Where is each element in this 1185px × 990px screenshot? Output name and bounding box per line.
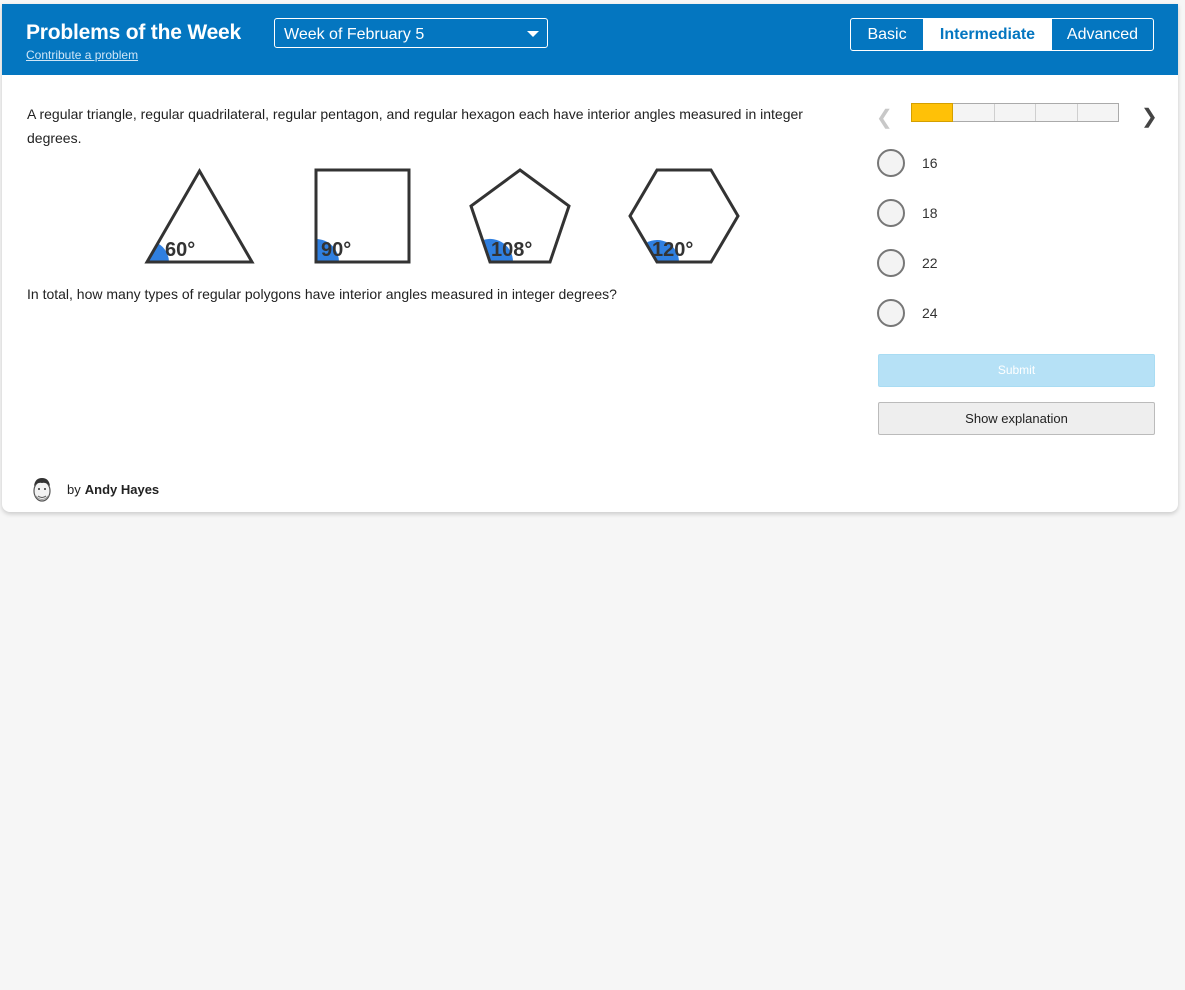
author-name[interactable]: Andy Hayes bbox=[85, 482, 159, 497]
problem-card: Problems of the Week Contribute a proble… bbox=[2, 4, 1178, 512]
problem-intro: A regular triangle, regular quadrilatera… bbox=[27, 106, 803, 146]
radio-button[interactable] bbox=[877, 299, 905, 327]
submit-button[interactable]: Submit bbox=[878, 354, 1155, 387]
by-label: by bbox=[67, 482, 81, 497]
progress-segment[interactable] bbox=[995, 104, 1037, 121]
tab-advanced[interactable]: Advanced bbox=[1051, 19, 1153, 50]
pentagon-angle-label: 108° bbox=[491, 239, 532, 261]
tab-basic[interactable]: Basic bbox=[851, 19, 924, 50]
triangle-angle-label: 60° bbox=[165, 239, 195, 261]
answer-choice-label: 24 bbox=[922, 305, 938, 321]
answer-choice[interactable]: 16 bbox=[877, 149, 1077, 177]
progress-segment[interactable] bbox=[953, 104, 995, 121]
radio-button[interactable] bbox=[877, 249, 905, 277]
progress-segment[interactable] bbox=[911, 103, 954, 122]
answer-choice-label: 18 bbox=[922, 205, 938, 221]
square-shape: 90° bbox=[314, 168, 411, 264]
avatar[interactable] bbox=[28, 474, 56, 506]
chevron-left-icon[interactable]: ❮ bbox=[876, 105, 893, 130]
week-selector-value: Week of February 5 bbox=[284, 26, 425, 43]
square-angle-label: 90° bbox=[321, 239, 351, 261]
level-tabs: Basic Intermediate Advanced bbox=[850, 18, 1154, 51]
hexagon-shape: 120° bbox=[628, 168, 740, 264]
progress-segment[interactable] bbox=[1078, 104, 1118, 121]
author-byline: by Andy Hayes bbox=[67, 482, 159, 497]
tab-intermediate[interactable]: Intermediate bbox=[924, 19, 1051, 50]
radio-button[interactable] bbox=[877, 149, 905, 177]
chevron-right-icon[interactable]: ❯ bbox=[1141, 104, 1158, 129]
progress-segment[interactable] bbox=[1036, 104, 1078, 121]
contribute-link[interactable]: Contribute a problem bbox=[26, 48, 138, 62]
header-bar: Problems of the Week Contribute a proble… bbox=[2, 4, 1178, 75]
page-title: Problems of the Week bbox=[26, 21, 242, 44]
week-selector[interactable]: Week of February 5 bbox=[274, 18, 548, 48]
polygons-figure: 60° 90° 108° 120° bbox=[142, 164, 742, 274]
answer-choice-label: 16 bbox=[922, 155, 938, 171]
hexagon-angle-label: 120° bbox=[652, 239, 693, 261]
triangle-shape: 60° bbox=[144, 167, 255, 264]
radio-button[interactable] bbox=[877, 199, 905, 227]
pentagon-shape: 108° bbox=[469, 168, 571, 264]
answer-choice[interactable]: 22 bbox=[877, 249, 1077, 277]
show-explanation-button[interactable]: Show explanation bbox=[878, 402, 1155, 435]
answer-choice-label: 22 bbox=[922, 255, 938, 271]
chevron-down-icon bbox=[527, 31, 539, 37]
answer-choice[interactable]: 18 bbox=[877, 199, 1077, 227]
problem-progress bbox=[911, 103, 1119, 122]
problem-question: In total, how many types of regular poly… bbox=[27, 286, 617, 302]
answer-choice[interactable]: 24 bbox=[877, 299, 1077, 327]
